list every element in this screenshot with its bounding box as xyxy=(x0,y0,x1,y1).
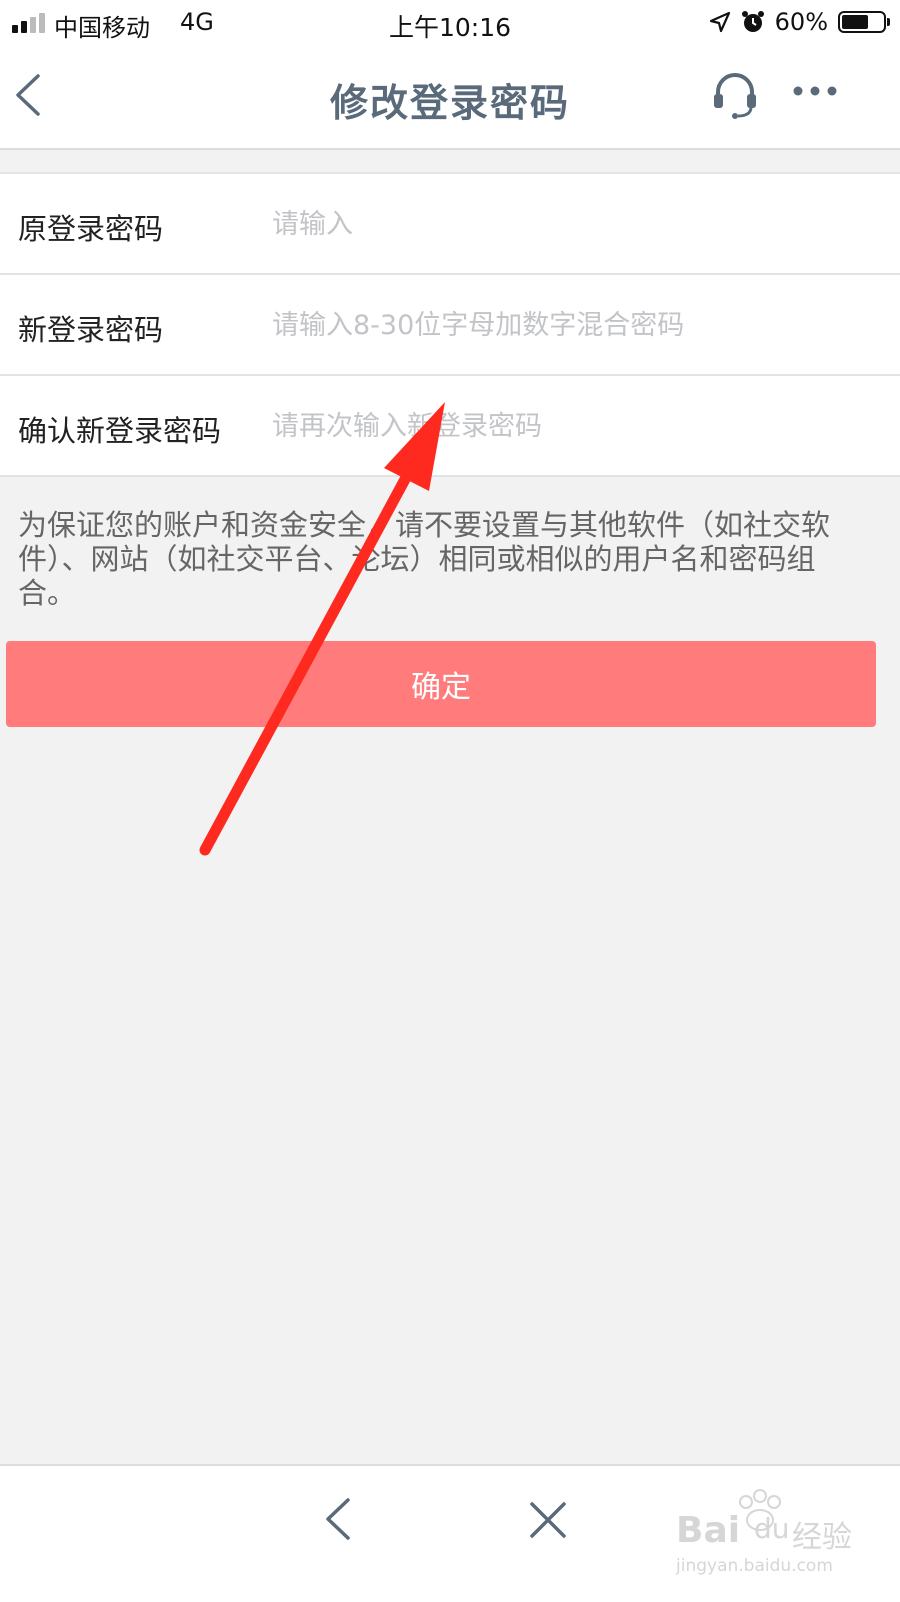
battery-level xyxy=(842,15,869,29)
security-notice: 为保证您的账户和资金安全，请不要设置与其他软件（如社交软件）、网站（如社交平台、… xyxy=(18,508,831,610)
location-arrow-icon xyxy=(709,11,730,33)
page-title: 修改登录密码 xyxy=(329,81,570,125)
battery-percent: 60% xyxy=(774,8,828,36)
more-icon[interactable] xyxy=(788,76,844,106)
nav-bar: 修改登录密码 xyxy=(0,46,900,150)
watermark-brand-du: du xyxy=(754,1512,790,1545)
watermark: Bai du 经验 jingyan.baidu.com xyxy=(672,1488,872,1588)
form-row-old-password: 原登录密码 xyxy=(0,174,900,275)
old-password-input[interactable] xyxy=(272,194,882,254)
status-bar: 中国移动 4G 上午10:16 60% xyxy=(0,0,900,46)
form-row-new-password: 新登录密码 xyxy=(0,275,900,376)
new-password-label: 新登录密码 xyxy=(18,313,164,347)
status-right-group: 60% xyxy=(709,8,890,36)
browser-back-icon[interactable] xyxy=(318,1494,358,1544)
watermark-jingyan: 经验 xyxy=(792,1520,852,1555)
confirm-button[interactable]: 确定 xyxy=(6,641,876,727)
headset-icon[interactable] xyxy=(710,68,760,120)
bottom-toolbar: Bai du 经验 jingyan.baidu.com xyxy=(0,1464,900,1602)
confirm-password-input[interactable] xyxy=(272,396,882,456)
new-password-input[interactable] xyxy=(272,295,882,355)
confirm-password-label: 确认新登录密码 xyxy=(18,414,222,448)
password-form: 原登录密码 新登录密码 确认新登录密码 xyxy=(0,172,900,477)
battery-icon xyxy=(838,11,890,33)
close-icon[interactable] xyxy=(528,1500,568,1540)
old-password-label: 原登录密码 xyxy=(18,212,164,246)
watermark-brand: Bai xyxy=(676,1510,741,1551)
form-row-confirm-password: 确认新登录密码 xyxy=(0,376,900,477)
alarm-clock-icon xyxy=(741,11,764,32)
watermark-url: jingyan.baidu.com xyxy=(676,1556,833,1576)
